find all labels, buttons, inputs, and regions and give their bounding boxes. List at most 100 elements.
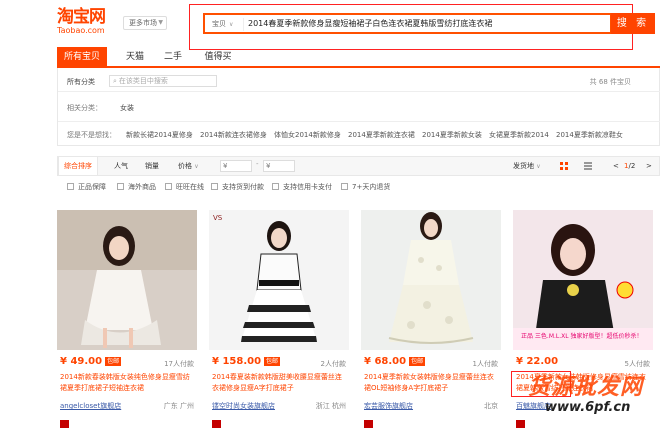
logo-cn-text: 淘宝网 — [57, 7, 106, 27]
category-search-placeholder: 在该类目中搜索 — [118, 77, 168, 85]
sold-count: 17人付款 — [164, 360, 194, 368]
checkbox[interactable] — [211, 183, 218, 190]
product-title-link[interactable]: 2014新款春装韩版女装纯色修身显瘦雪纺裙夏季打底裙子短袖连衣裙 — [60, 372, 194, 394]
tab-second-hand[interactable]: 二手 — [158, 47, 188, 67]
option-overseas[interactable]: 海外商品 — [117, 181, 156, 193]
option-authentic[interactable]: 正品保障 — [67, 181, 106, 193]
price-to-input[interactable]: ¥ — [263, 160, 295, 172]
related-label: 相关分类： — [67, 104, 102, 112]
guess-item[interactable]: 2014夏季新款连衣裙 — [348, 130, 415, 140]
guess-row: 您是不是想找： 新款长裙2014夏修身 2014新款连衣裙修身 体恤女2014新… — [58, 122, 660, 146]
guess-item[interactable]: 2014新款连衣裙修身 — [200, 130, 267, 140]
price-separator: - — [256, 160, 259, 168]
chevron-down-icon: ∨ — [536, 163, 541, 170]
checkbox[interactable] — [165, 183, 172, 190]
shop-link[interactable]: angelcloset旗舰店 — [60, 401, 121, 411]
guess-item[interactable]: 女裙夏季新款2014 — [489, 130, 549, 140]
option-label: 7+天内退货 — [352, 183, 391, 191]
chevron-down-icon: ▼ — [158, 19, 163, 26]
sold-count: 5人付款 — [624, 360, 650, 368]
product-image[interactable]: 正品 三色.M.L.XL 独家好版型！超低价秒杀！ — [513, 210, 653, 350]
category-row: 所有分类 ⌕ 在该类目中搜索 共 68 件宝贝 — [58, 68, 660, 92]
category-search-input[interactable]: ⌕ 在该类目中搜索 — [109, 75, 217, 87]
price-value: ¥ 158.00 — [212, 356, 262, 367]
search-input[interactable]: 2014春夏季新款修身显瘦短袖裙子白色连衣裙夏韩版雪纺打底连衣裙 — [248, 15, 492, 32]
more-markets-dropdown[interactable]: 更多市场 ▼ — [123, 16, 167, 30]
product-card[interactable]: VS ¥ 158.00 包邮 2人付款 2014春夏装新款韩版甜美收腰显瘦蕾丝连衣… — [209, 210, 349, 428]
search-icon: ⌕ — [113, 77, 117, 85]
search-button[interactable]: 搜 索 — [611, 13, 655, 34]
search-type-select[interactable]: 宝贝 ∨ — [208, 18, 244, 31]
option-label: 旺旺在线 — [176, 183, 204, 191]
ship-from-select[interactable]: 发货地 ∨ — [513, 157, 541, 175]
shop-link[interactable]: 宏芸服饰旗舰店 — [364, 401, 413, 411]
guess-label: 您是不是想找： — [67, 131, 116, 139]
location: 浙江 杭州 — [315, 402, 346, 410]
product-card[interactable]: ¥ 49.00 包邮 17人付款 2014新款春装韩版女装纯色修身显瘦雪纺裙夏季打… — [57, 210, 197, 428]
option-returns[interactable]: 7+天内退货 — [341, 181, 390, 193]
product-price: ¥ 68.00 包邮 — [364, 356, 426, 367]
list-view-icon[interactable] — [584, 162, 592, 170]
product-image[interactable]: VS — [209, 210, 349, 350]
prev-page-button[interactable]: < — [613, 157, 619, 175]
chevron-down-icon: ∨ — [229, 21, 234, 28]
sort-popularity[interactable]: 人气 — [114, 157, 128, 175]
page-total: /2 — [628, 162, 636, 170]
sort-price-label: 价格 — [178, 162, 192, 170]
product-image[interactable] — [361, 210, 501, 350]
result-count: 共 68 件宝贝 — [589, 78, 631, 86]
checkbox[interactable] — [272, 183, 279, 190]
sort-default[interactable]: 综合排序 — [58, 157, 98, 175]
watermark-text: 货源批发网 — [528, 375, 644, 400]
free-shipping-badge: 包邮 — [409, 357, 426, 366]
checkbox[interactable] — [67, 183, 74, 190]
logo-en-text: Taobao.com — [57, 26, 105, 35]
product-title-link[interactable]: 2014春夏装新款韩版甜美收腰显瘦蕾丝连衣裙修身显瘦A字打底裙子 — [212, 372, 346, 394]
guess-item[interactable]: 新款长裙2014夏修身 — [126, 130, 193, 140]
taobao-logo[interactable]: 淘宝网 Taobao.com — [57, 8, 119, 38]
option-label: 支持信用卡支付 — [283, 183, 332, 191]
search-type-label: 宝贝 — [212, 20, 226, 28]
location: 北京 — [484, 402, 498, 410]
sort-bar: 综合排序 人气 销量 价格 ∨ ¥ - ¥ 发货地 ∨ < 1/2 > — [57, 156, 660, 176]
guess-item[interactable]: 体恤女2014新款修身 — [274, 130, 341, 140]
svg-text:正品 三色.M.L.XL 独家好版型！超低价秒杀！: 正品 三色.M.L.XL 独家好版型！超低价秒杀！ — [521, 332, 643, 340]
sort-sales[interactable]: 销量 — [145, 157, 159, 175]
option-credit-card[interactable]: 支持信用卡支付 — [272, 181, 332, 193]
price-value: ¥ 68.00 — [364, 356, 407, 367]
product-card[interactable]: ¥ 68.00 包邮 1人付款 2014夏季新款女装韩版修身显瘦蕾丝连衣裙OL短袖… — [361, 210, 501, 428]
tab-all-items[interactable]: 所有宝贝 — [57, 47, 107, 67]
product-title-link[interactable]: 2014夏季新款女装韩版修身显瘦蕾丝连衣裙OL短袖修身A字打底裙子 — [364, 372, 498, 394]
price-from-input[interactable]: ¥ — [220, 160, 252, 172]
shop-link[interactable]: 镂空时尚女装旗舰店 — [212, 401, 275, 411]
checkbox[interactable] — [117, 183, 124, 190]
tmall-mark-icon — [516, 420, 525, 428]
tab-worth-buying[interactable]: 值得买 — [198, 47, 238, 67]
grid-view-icon[interactable] — [560, 162, 568, 170]
guess-item[interactable]: 2014夏季新款女装 — [422, 130, 482, 140]
related-category-link[interactable]: 女装 — [120, 103, 134, 113]
chevron-down-icon: ∨ — [194, 163, 199, 170]
tab-tmall[interactable]: 天猫 — [120, 47, 150, 67]
checkbox[interactable] — [341, 183, 348, 190]
tmall-mark-icon — [364, 420, 373, 428]
page-indicator: 1/2 — [624, 157, 635, 175]
location: 广东 广州 — [163, 402, 194, 410]
price-value: ¥ 22.00 — [516, 356, 559, 367]
sold-count: 2人付款 — [320, 360, 346, 368]
all-categories-link[interactable]: 所有分类 — [67, 77, 95, 87]
ship-from-label: 发货地 — [513, 162, 534, 170]
option-label: 海外商品 — [128, 183, 156, 191]
next-page-button[interactable]: > — [646, 157, 652, 175]
watermark-url: www.6pf.cn — [545, 400, 631, 415]
search-bar[interactable]: 宝贝 ∨ 2014春夏季新款修身显瘦短袖裙子白色连衣裙夏韩版雪纺打底连衣裙 — [203, 13, 612, 34]
sort-price[interactable]: 价格 ∨ — [178, 157, 199, 175]
guess-item[interactable]: 2014夏季新款凉鞋女 — [556, 130, 623, 140]
product-image[interactable] — [57, 210, 197, 350]
free-shipping-badge: 包邮 — [105, 357, 122, 366]
sold-count: 1人付款 — [472, 360, 498, 368]
tmall-mark-icon — [60, 420, 69, 428]
option-online[interactable]: 旺旺在线 — [165, 181, 204, 193]
option-cod[interactable]: 支持货到付款 — [211, 181, 264, 193]
option-label: 支持货到付款 — [222, 183, 264, 191]
